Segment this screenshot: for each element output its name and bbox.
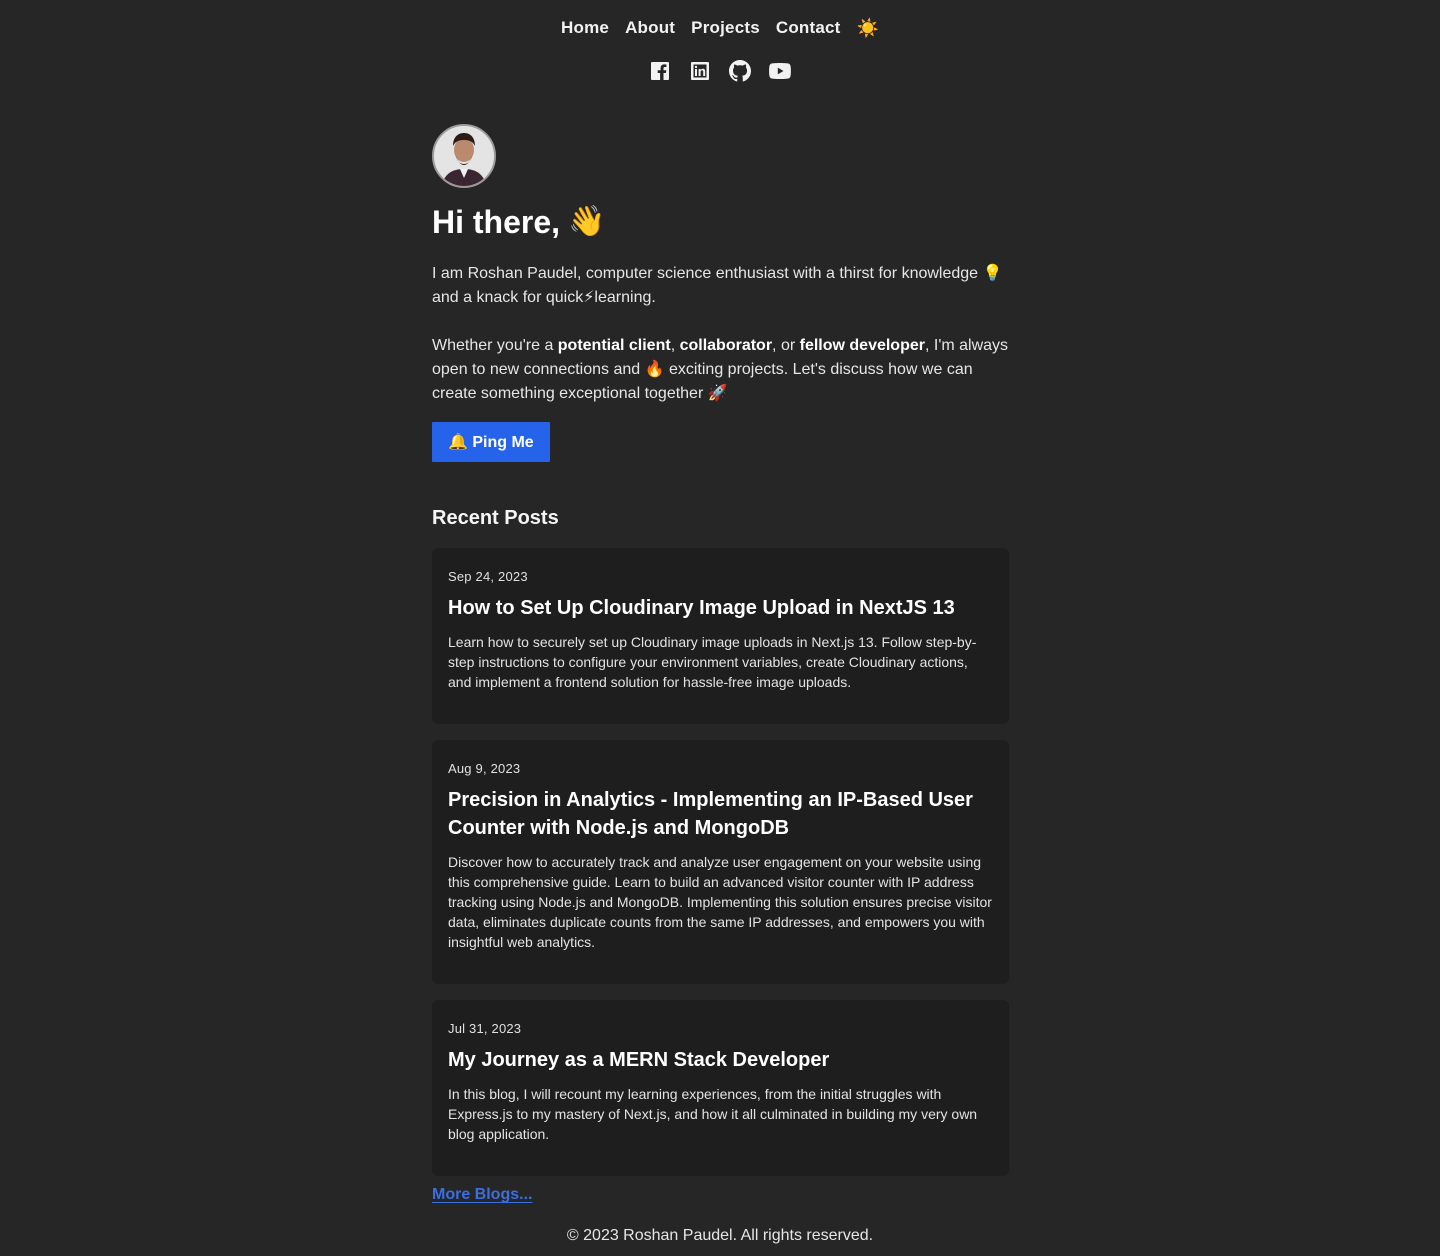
more-blogs-link[interactable]: More Blogs...	[432, 1186, 532, 1204]
nav-about[interactable]: About	[625, 18, 675, 38]
footer-copyright: © 2023 Roshan Paudel. All rights reserve…	[566, 1227, 874, 1244]
social-links	[0, 60, 1440, 84]
role-fellow-developer: fellow developer	[799, 337, 925, 354]
collaboration-paragraph: Whether you're a potential client, colla…	[432, 334, 1009, 406]
github-icon[interactable]	[729, 60, 751, 82]
youtube-icon[interactable]	[769, 60, 791, 82]
nav-contact[interactable]: Contact	[776, 18, 841, 38]
main-content: Hi there, 👋 I am Roshan Paudel, computer…	[432, 124, 1009, 1204]
nav-home[interactable]: Home	[561, 18, 609, 38]
facebook-icon[interactable]	[649, 60, 671, 82]
avatar	[432, 124, 496, 188]
post-card[interactable]: Jul 31, 2023 My Journey as a MERN Stack …	[432, 1000, 1009, 1176]
recent-posts-heading: Recent Posts	[432, 507, 559, 529]
greeting-text: Hi there,	[432, 204, 561, 240]
intro-paragraph: I am Roshan Paudel, computer science ent…	[432, 265, 1003, 306]
collab-prefix: Whether you're a	[432, 337, 558, 354]
role-collaborator: collaborator	[679, 337, 773, 354]
post-title[interactable]: How to Set Up Cloudinary Image Upload in…	[448, 594, 993, 622]
collab-sep-2: , or	[772, 337, 800, 354]
post-date: Jul 31, 2023	[448, 1021, 522, 1036]
nav-projects[interactable]: Projects	[691, 18, 760, 38]
theme-toggle-sun-icon[interactable]: ☀️	[857, 16, 879, 40]
linkedin-icon[interactable]	[689, 60, 711, 82]
ping-me-button[interactable]: 🔔 Ping Me	[432, 422, 550, 462]
post-date: Aug 9, 2023	[448, 761, 521, 776]
post-description: In this blog, I will recount my learning…	[448, 1086, 978, 1142]
post-description: Discover how to accurately track and ana…	[448, 854, 992, 950]
wave-emoji-icon: 👋	[568, 205, 606, 238]
post-card[interactable]: Sep 24, 2023 How to Set Up Cloudinary Im…	[432, 548, 1009, 724]
post-title[interactable]: Precision in Analytics - Implementing an…	[448, 786, 993, 842]
collab-sep-1: ,	[670, 337, 680, 354]
post-description: Learn how to securely set up Cloudinary …	[448, 634, 977, 690]
top-nav: Home About Projects Contact ☀️	[0, 16, 1440, 40]
role-potential-client: potential client	[557, 337, 671, 354]
post-date: Sep 24, 2023	[448, 569, 528, 584]
greeting-heading: Hi there, 👋	[432, 202, 1009, 242]
post-card[interactable]: Aug 9, 2023 Precision in Analytics - Imp…	[432, 740, 1009, 984]
post-title[interactable]: My Journey as a MERN Stack Developer	[448, 1046, 993, 1074]
